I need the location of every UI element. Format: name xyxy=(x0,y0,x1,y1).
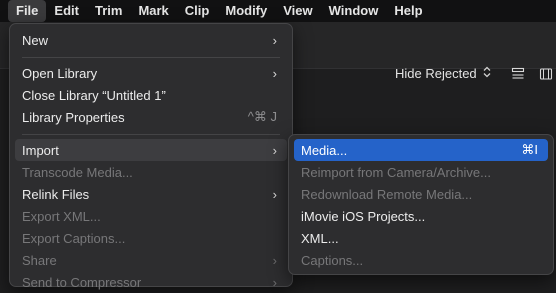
menu-clip[interactable]: Clip xyxy=(177,0,218,22)
menu-separator xyxy=(22,134,280,135)
menu-modify[interactable]: Modify xyxy=(217,0,275,22)
menu-file[interactable]: File xyxy=(8,0,47,22)
chevron-right-icon: › xyxy=(272,274,277,290)
menu-item-transcode-media: Transcode Media... xyxy=(22,164,133,180)
menu-item-import-media[interactable]: Media... ⌘I xyxy=(294,139,548,161)
menu-bar: File Edit Trim Mark Clip Modify View Win… xyxy=(0,0,556,22)
chevron-right-icon: › xyxy=(272,32,277,48)
shortcut-label: ⌘I xyxy=(521,142,538,157)
menu-item-close-library[interactable]: Close Library “Untitled 1” xyxy=(15,84,287,106)
menu-item-export-xml: Export XML... xyxy=(22,208,101,224)
menu-item-import-captions: Captions... xyxy=(301,252,364,268)
menu-item-redownload: Redownload Remote Media... xyxy=(301,186,473,202)
chevron-right-icon: › xyxy=(272,142,277,158)
menu-trim[interactable]: Trim xyxy=(87,0,130,22)
menu-item-import-xml[interactable]: XML... xyxy=(294,227,548,249)
menu-item-new[interactable]: New › xyxy=(15,29,287,51)
file-menu: New › Open Library › Close Library “Unti… xyxy=(9,23,293,290)
menu-item-import[interactable]: Import › xyxy=(15,139,287,161)
menu-view[interactable]: View xyxy=(275,0,320,22)
menu-item-open-library[interactable]: Open Library › xyxy=(15,62,287,84)
menu-help[interactable]: Help xyxy=(386,0,430,22)
menu-item-reimport: Reimport from Camera/Archive... xyxy=(301,164,491,180)
filter-dropdown[interactable]: Hide Rejected xyxy=(395,66,491,81)
menu-item-send-to-compressor: Send to Compressor › xyxy=(22,274,277,290)
menu-window[interactable]: Window xyxy=(321,0,387,22)
chevron-updown-icon xyxy=(483,66,491,81)
import-submenu: Media... ⌘I Reimport from Camera/Archive… xyxy=(288,134,554,275)
menu-item-library-properties[interactable]: Library Properties ^⌘ J xyxy=(15,106,287,128)
chevron-right-icon: › xyxy=(272,252,277,268)
filter-label: Hide Rejected xyxy=(395,66,477,81)
list-view-icon[interactable] xyxy=(511,67,525,81)
shortcut-label: ^⌘ J xyxy=(247,109,277,124)
chevron-right-icon: › xyxy=(272,186,277,202)
menu-item-relink-files[interactable]: Relink Files › xyxy=(15,183,287,205)
menu-separator xyxy=(22,57,280,58)
menu-item-export-captions: Export Captions... xyxy=(22,230,126,246)
filmstrip-icon[interactable] xyxy=(539,67,553,81)
menu-item-share: Share › xyxy=(22,252,277,268)
menu-edit[interactable]: Edit xyxy=(46,0,87,22)
chevron-right-icon: › xyxy=(272,65,277,81)
menu-mark[interactable]: Mark xyxy=(130,0,176,22)
menu-item-imovie-ios-projects[interactable]: iMovie iOS Projects... xyxy=(294,205,548,227)
